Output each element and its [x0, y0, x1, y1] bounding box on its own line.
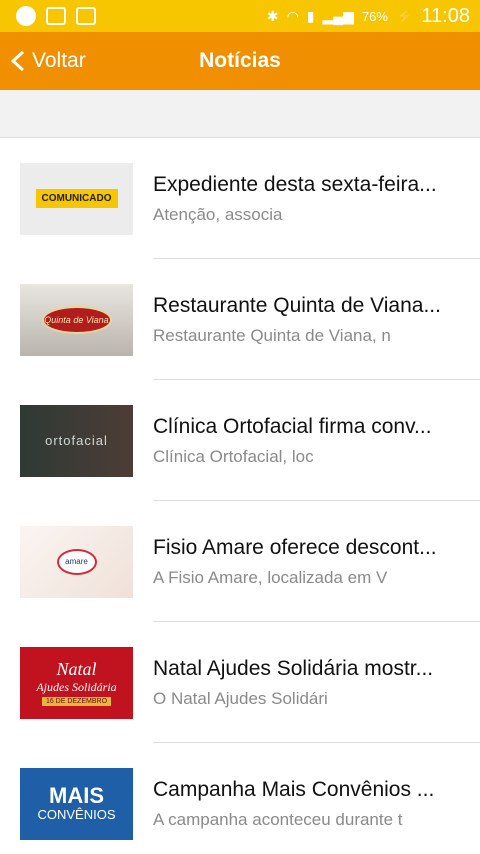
- news-list: COMUNICADO Expediente desta sexta-feira.…: [0, 138, 480, 854]
- signal-icon: ▂▄▆: [322, 7, 354, 24]
- voicemail-icon: [76, 7, 96, 25]
- news-item[interactable]: COMUNICADO Expediente desta sexta-feira.…: [0, 138, 480, 259]
- battery-charging-icon: ⚡: [395, 7, 414, 24]
- thumbnail-title: Natal: [56, 659, 97, 679]
- status-bar: ✱ ◠ ▮ ▂▄▆ 76% ⚡ 11:08: [0, 0, 480, 32]
- news-snippet: Clínica Ortofacial, loc: [153, 446, 314, 466]
- bluetooth-icon: ✱: [266, 7, 279, 24]
- sim-icon: ▮: [306, 7, 315, 24]
- news-snippet: Atenção, associa: [153, 204, 283, 224]
- battery-percent: 76%: [361, 8, 388, 24]
- news-title: Campanha Mais Convênios ...: [153, 777, 435, 801]
- back-button[interactable]: Voltar: [0, 32, 86, 90]
- news-snippet: O Natal Ajudes Solidári: [153, 688, 328, 708]
- news-item[interactable]: Quinta de Viana Restaurante Quinta de Vi…: [0, 259, 480, 380]
- news-title: Natal Ajudes Solidária mostr...: [153, 656, 434, 680]
- news-thumbnail: Quinta de Viana: [20, 283, 133, 356]
- chat-bubble-icon: [16, 6, 36, 26]
- wifi-icon: ◠: [286, 7, 299, 24]
- thumbnail-date: 16 DE DEZEMBRO: [41, 697, 112, 706]
- news-title: Restaurante Quinta de Viana...: [153, 293, 441, 317]
- app-bar: Voltar Notícias: [0, 32, 480, 90]
- thumbnail-logo: Quinta de Viana: [41, 305, 112, 334]
- header-spacer: [0, 90, 480, 138]
- image-icon: [46, 7, 66, 25]
- thumbnail-title: MAIS: [49, 783, 104, 808]
- news-item[interactable]: Natal Ajudes Solidária 16 DE DEZEMBRO Na…: [0, 622, 480, 743]
- system-icons: ✱ ◠ ▮ ▂▄▆ 76% ⚡ 11:08: [267, 5, 470, 28]
- clock: 11:08: [421, 4, 470, 27]
- news-thumbnail: ortofacial: [20, 404, 133, 477]
- news-thumbnail: MAIS CONVÊNIOS: [20, 767, 133, 840]
- thumbnail-logo: amare: [56, 548, 97, 575]
- news-item[interactable]: amare Fisio Amare oferece descont... A F…: [0, 501, 480, 622]
- news-title: Expediente desta sexta-feira...: [153, 172, 437, 196]
- news-snippet: A Fisio Amare, localizada em V: [153, 567, 388, 587]
- news-thumbnail: amare: [20, 525, 133, 598]
- news-snippet: A campanha aconteceu durante t: [153, 809, 403, 829]
- thumbnail-label: COMUNICADO: [35, 189, 118, 208]
- news-title: Fisio Amare oferece descont...: [153, 535, 437, 559]
- news-title: Clínica Ortofacial firma conv...: [153, 414, 432, 438]
- news-item[interactable]: ortofacial Clínica Ortofacial firma conv…: [0, 380, 480, 501]
- news-item[interactable]: MAIS CONVÊNIOS Campanha Mais Convênios .…: [0, 743, 480, 854]
- back-label: Voltar: [32, 49, 86, 72]
- notification-icons: [16, 6, 96, 26]
- thumbnail-subtitle: Ajudes Solidária: [36, 680, 117, 694]
- chevron-left-icon: [10, 50, 25, 72]
- news-thumbnail: COMUNICADO: [20, 162, 133, 235]
- thumbnail-logo: ortofacial: [45, 433, 108, 448]
- news-thumbnail: Natal Ajudes Solidária 16 DE DEZEMBRO: [20, 646, 133, 719]
- thumbnail-subtitle: CONVÊNIOS: [37, 807, 116, 822]
- news-snippet: Restaurante Quinta de Viana, n: [153, 325, 391, 345]
